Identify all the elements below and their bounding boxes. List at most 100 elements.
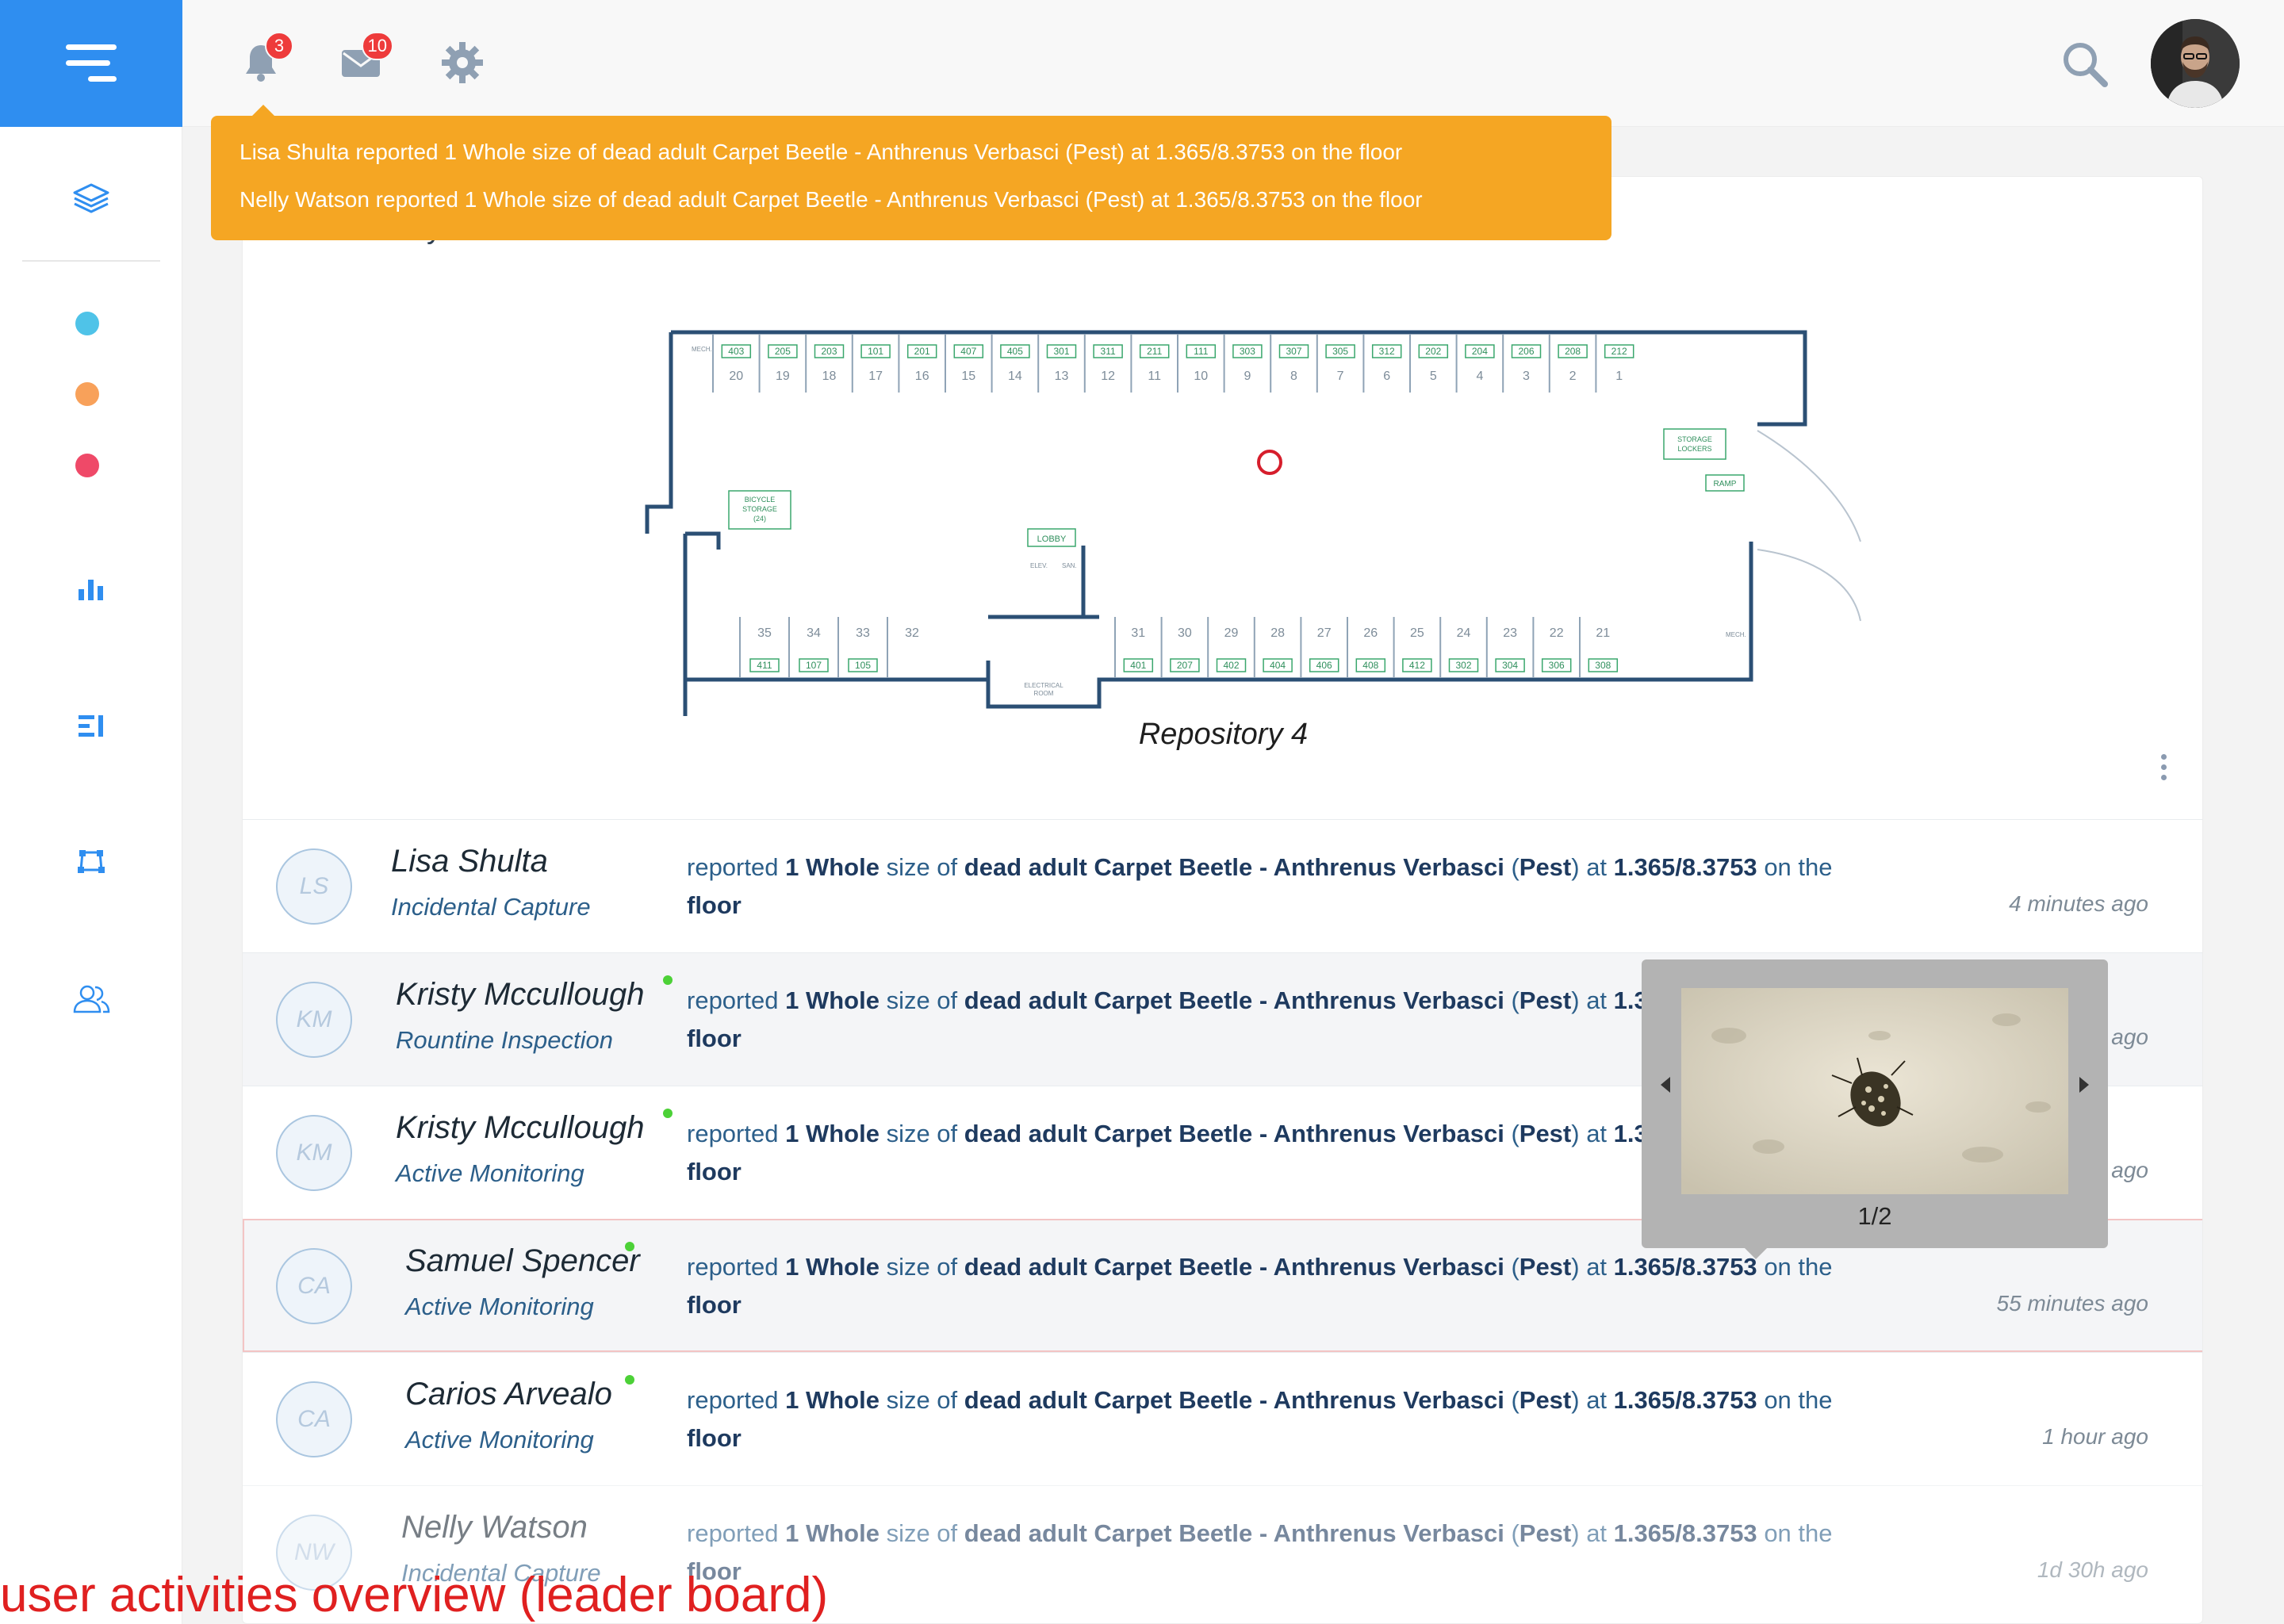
msg-species[interactable]: dead adult Carpet Beetle - Anthrenus Ver… <box>964 1519 1504 1547</box>
image-popup[interactable]: 1/2 <box>1642 959 2108 1259</box>
msg-verb: reported <box>687 1253 779 1281</box>
stall-number: 25 <box>1410 626 1424 640</box>
users-icon[interactable] <box>59 967 123 1031</box>
user-name[interactable]: Carios Arvealo <box>405 1377 612 1412</box>
msg-verb: reported <box>687 1386 779 1414</box>
sanitary-label: SAN. <box>1062 562 1077 569</box>
msg-quantity: 1 Whole <box>785 1253 879 1281</box>
msg-verb: reported <box>687 853 779 881</box>
msg-on-the: on the <box>1764 853 1833 881</box>
more-options-icon[interactable] <box>2156 754 2171 786</box>
msg-coordinates[interactable]: 1.365/8.3753 <box>1614 1519 1757 1547</box>
activity-time: 1 hour ago <box>2042 1424 2148 1449</box>
activity-message: reported 1 Whole size of dead adult Carp… <box>687 1253 1833 1319</box>
map-pin-marker[interactable] <box>1257 450 1282 475</box>
unit-label: 208 <box>1565 346 1581 357</box>
msg-size-of: size of <box>886 853 958 881</box>
stall-number: 14 <box>1008 370 1022 383</box>
stall-number: 9 <box>1244 370 1251 383</box>
top-bar: 3 10 <box>182 0 2284 127</box>
popup-pointer <box>1745 1248 1767 1259</box>
msg-at: at <box>1586 1253 1608 1281</box>
msg-category: Pest <box>1519 1120 1572 1147</box>
unit-label: 404 <box>1270 660 1286 671</box>
msg-at: at <box>1586 1519 1608 1547</box>
stall-number: 21 <box>1596 626 1610 640</box>
user-name[interactable]: Lisa Shulta <box>391 844 548 879</box>
msg-species[interactable]: dead adult Carpet Beetle - Anthrenus Ver… <box>964 853 1504 881</box>
unit-label: 403 <box>728 346 744 357</box>
electrical-room-label: ELECTRICAL <box>1024 682 1063 689</box>
stall-number: 1 <box>1615 370 1623 383</box>
ramp-label: RAMP <box>1714 480 1737 488</box>
unit-label: 202 <box>1425 346 1441 357</box>
stall-number: 18 <box>822 370 837 383</box>
bar-chart-icon[interactable] <box>59 557 123 621</box>
search-icon <box>2064 43 2108 87</box>
msg-coordinates[interactable]: 1.365/8.3753 <box>1614 1386 1757 1414</box>
floor-plan-map[interactable]: 4032020519203181011720116407154051430113… <box>639 304 2090 716</box>
msg-species[interactable]: dead adult Carpet Beetle - Anthrenus Ver… <box>964 1386 1504 1414</box>
activity-time: ago <box>2111 1025 2148 1049</box>
notification-item[interactable]: Nelly Watson reported 1 Whole size of de… <box>240 186 1583 233</box>
status-dot-orange[interactable] <box>75 382 99 406</box>
sidebar <box>0 0 182 1624</box>
notifications-button[interactable]: 3 <box>233 32 293 90</box>
user-avatar[interactable] <box>2151 19 2240 108</box>
app-root: 3 10 Lisa Shulta reported 1 Whole size o… <box>0 0 2284 1624</box>
notification-item[interactable]: Lisa Shulta reported 1 Whole size of dea… <box>240 138 1583 186</box>
activity-time: 1d 30h ago <box>2037 1557 2148 1582</box>
notification-banner[interactable]: Lisa Shulta reported 1 Whole size of dea… <box>211 105 1611 240</box>
activity-row[interactable]: CA Carios Arvealo Active Monitoring reporte… <box>243 1352 2202 1485</box>
unit-label: 101 <box>868 346 883 357</box>
stall-number: 29 <box>1224 626 1239 640</box>
msg-coordinates[interactable]: 1.365/8.3753 <box>1614 853 1757 881</box>
msg-quantity: 1 Whole <box>785 1519 879 1547</box>
unit-label: 305 <box>1332 346 1348 357</box>
msg-at: at <box>1586 1120 1608 1147</box>
user-name[interactable]: Kristy Mccullough <box>396 1110 644 1146</box>
unit-label: 211 <box>1147 346 1162 357</box>
msg-category: Pest <box>1519 853 1572 881</box>
stall-number: 34 <box>807 626 821 640</box>
unit-label: 107 <box>806 660 822 671</box>
stall-number: 16 <box>915 370 929 383</box>
prev-image-icon[interactable] <box>1661 1077 1670 1093</box>
activity-row[interactable]: LS Lisa Shulta Incidental Capture reported … <box>243 819 2202 952</box>
menu-button[interactable] <box>0 0 182 127</box>
unit-label: 306 <box>1549 660 1565 671</box>
user-name[interactable]: Samuel Spencer <box>405 1243 640 1279</box>
stall-number: 13 <box>1055 370 1069 383</box>
user-name[interactable]: Kristy Mccullough <box>396 977 644 1013</box>
msg-species[interactable]: dead adult Carpet Beetle - Anthrenus Ver… <box>964 1120 1504 1147</box>
unit-label: 401 <box>1130 660 1146 671</box>
gear-icon <box>442 42 483 83</box>
unit-label: 111 <box>1194 346 1209 357</box>
msg-species[interactable]: dead adult Carpet Beetle - Anthrenus Ver… <box>964 1253 1504 1281</box>
msg-at: at <box>1586 986 1608 1014</box>
unit-label: 203 <box>821 346 837 357</box>
msg-quantity: 1 Whole <box>785 853 879 881</box>
mech-label: MECH. <box>1726 631 1746 638</box>
elevator-label: ELEV. <box>1030 562 1048 569</box>
polygon-icon[interactable] <box>59 829 123 893</box>
hamburger-icon <box>66 44 117 82</box>
search-button[interactable] <box>2057 36 2113 92</box>
msg-coordinates[interactable]: 1.365/8.3753 <box>1614 1253 1757 1281</box>
list-icon[interactable] <box>59 695 123 758</box>
user-avatar-initials: CA <box>276 1248 352 1324</box>
layers-icon[interactable] <box>59 167 123 230</box>
status-dot-blue[interactable] <box>75 312 99 335</box>
messages-button[interactable]: 10 <box>333 32 393 90</box>
storage-lockers-box[interactable] <box>1663 428 1726 460</box>
next-image-icon[interactable] <box>2079 1077 2089 1093</box>
user-name[interactable]: Nelly Watson <box>401 1510 588 1545</box>
msg-at: at <box>1586 853 1608 881</box>
storage-lockers-label: LOCKERS <box>1677 445 1711 453</box>
user-avatar-initials: LS <box>276 848 352 925</box>
unit-label: 205 <box>775 346 791 357</box>
msg-verb: reported <box>687 1120 779 1147</box>
settings-button[interactable] <box>435 35 490 90</box>
msg-species[interactable]: dead adult Carpet Beetle - Anthrenus Ver… <box>964 986 1504 1014</box>
status-dot-red[interactable] <box>75 454 99 477</box>
